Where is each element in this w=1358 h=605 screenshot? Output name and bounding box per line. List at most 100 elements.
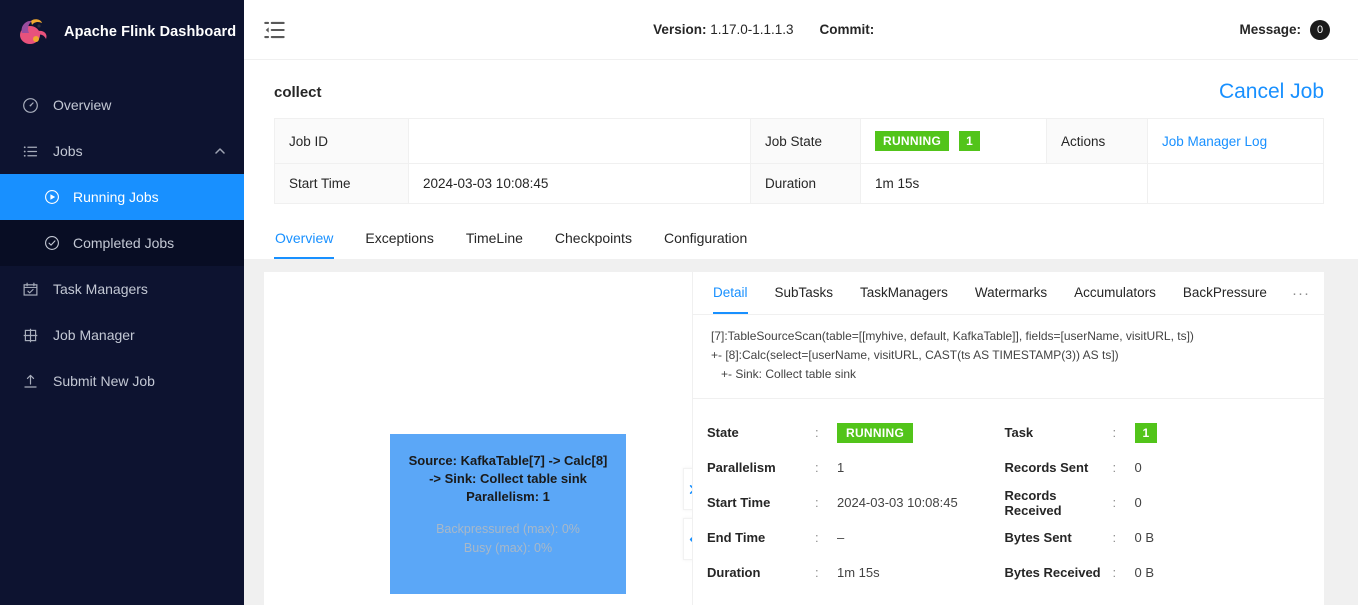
detail-tab-accumulators[interactable]: Accumulators <box>1074 272 1156 314</box>
job-overview-body: Source: KafkaTable[7] -> Calc[8] -> Sink… <box>244 260 1358 605</box>
job-manager-icon <box>23 328 38 342</box>
tab-overview[interactable]: Overview <box>274 220 335 259</box>
detail-tab-taskmanagers[interactable]: TaskManagers <box>860 272 948 314</box>
detail-separator: : <box>1112 495 1117 510</box>
job-graph-pane[interactable]: Source: KafkaTable[7] -> Calc[8] -> Sink… <box>264 272 692 605</box>
job-overview-card: Source: KafkaTable[7] -> Calc[8] -> Sink… <box>264 272 1324 605</box>
menu-fold-icon[interactable] <box>262 17 288 43</box>
detail-row-end-time: End Time : – <box>707 520 1005 555</box>
tab-exceptions[interactable]: Exceptions <box>364 220 434 259</box>
tab-timeline[interactable]: TimeLine <box>465 220 524 259</box>
detail-row-task: Task : 1 <box>1005 415 1303 450</box>
detail-tab-detail[interactable]: Detail <box>713 272 748 314</box>
job-graph-node[interactable]: Source: KafkaTable[7] -> Calc[8] -> Sink… <box>390 434 626 594</box>
detail-value: 2024-03-03 10:08:45 <box>837 495 958 510</box>
sidebar-item-submit-new-job[interactable]: Submit New Job <box>0 358 244 404</box>
sidebar-item-completed-jobs[interactable]: Completed Jobs <box>0 220 244 266</box>
sidebar-item-label: Running Jobs <box>73 189 159 205</box>
job-state-label: Job State <box>751 119 861 164</box>
detail-value: 1 <box>1134 423 1158 443</box>
play-circle-icon <box>45 190 59 204</box>
detail-tabs-overflow-button[interactable]: ··· <box>1278 272 1324 314</box>
detail-row-bytes-received: Bytes Received : 0 B <box>1005 555 1303 590</box>
sidebar-item-jobs[interactable]: Jobs <box>0 128 244 174</box>
start-time-label: Start Time <box>275 164 409 204</box>
task-count-badge: 1 <box>959 131 980 151</box>
message-label: Message: <box>1239 22 1301 37</box>
topbar: Version: 1.17.0-1.1.1.3 Commit: Message:… <box>244 0 1358 60</box>
tab-configuration[interactable]: Configuration <box>663 220 748 259</box>
dashboard-icon <box>23 97 38 113</box>
detail-pane: Detail SubTasks TaskManagers Watermarks … <box>692 272 1324 605</box>
detail-row-parallelism: Parallelism : 1 <box>707 450 1005 485</box>
sidebar-item-task-managers[interactable]: Task Managers <box>0 266 244 312</box>
status-badge: RUNNING <box>875 131 950 151</box>
commit-info: Commit: <box>820 22 875 37</box>
version-label: Version: <box>653 22 707 37</box>
detail-tab-watermarks[interactable]: Watermarks <box>975 272 1047 314</box>
sidebar-item-label: Jobs <box>53 143 83 159</box>
check-circle-icon <box>45 236 59 250</box>
detail-key: Records Received <box>1004 487 1062 518</box>
message-area[interactable]: Message: 0 <box>1239 19 1330 40</box>
detail-key: Start Time <box>707 495 771 510</box>
detail-row-duration: Duration : 1m 15s <box>707 555 1005 590</box>
version-value: 1.17.0-1.1.1.3 <box>710 22 794 37</box>
cancel-job-button[interactable]: Cancel Job <box>1219 80 1324 104</box>
detail-key: Records Sent <box>1004 460 1089 475</box>
detail-tab-backpressure[interactable]: BackPressure <box>1183 272 1267 314</box>
detail-separator: : <box>815 495 819 510</box>
sidebar-item-job-manager[interactable]: Job Manager <box>0 312 244 358</box>
expand-detail-button[interactable] <box>683 468 692 510</box>
sidebar-item-label: Submit New Job <box>53 373 155 389</box>
job-manager-log-link[interactable]: Job Manager Log <box>1162 134 1267 149</box>
list-icon <box>23 145 38 157</box>
detail-value: 0 <box>1134 495 1142 510</box>
detail-key: Bytes Sent <box>1004 530 1072 545</box>
task-count-badge: 1 <box>1134 423 1158 443</box>
job-graph-node-parallelism: Parallelism: 1 <box>466 489 550 504</box>
detail-separator: : <box>815 530 819 545</box>
sidebar-subnav: Running Jobs Completed Jobs <box>0 174 244 266</box>
job-graph-node-busy: Busy (max): 0% <box>463 541 553 555</box>
detail-tabs: Detail SubTasks TaskManagers Watermarks … <box>693 272 1324 315</box>
detail-separator: : <box>1112 460 1117 475</box>
detail-separator: : <box>1112 425 1117 440</box>
detail-key: Parallelism <box>707 460 776 475</box>
sidebar-item-label: Task Managers <box>53 281 148 297</box>
detail-row-records-received: Records Received : 0 <box>1005 485 1303 520</box>
detail-key: State <box>707 425 739 440</box>
sidebar-item-overview[interactable]: Overview <box>0 82 244 128</box>
pane-toggles <box>683 468 692 560</box>
actions-value: Job Manager Log <box>1148 119 1324 164</box>
job-graph-node-metrics: Backpressured (max): 0% Busy (max): 0% <box>404 520 612 558</box>
actions-label: Actions <box>1047 119 1148 164</box>
detail-row-bytes-sent: Bytes Sent : 0 B <box>1005 520 1303 555</box>
tab-checkpoints[interactable]: Checkpoints <box>554 220 633 259</box>
sidebar-item-label: Completed Jobs <box>73 235 175 251</box>
brand-title: Apache Flink Dashboard <box>64 24 237 40</box>
job-state-value: RUNNING 1 <box>861 119 1047 164</box>
job-id-value <box>409 119 751 164</box>
brand: Apache Flink Dashboard <box>0 0 244 64</box>
detail-value: 1m 15s <box>837 565 880 580</box>
detail-key: End Time <box>707 530 766 545</box>
job-id-label: Job ID <box>275 119 409 164</box>
detail-separator: : <box>815 425 819 440</box>
detail-tab-subtasks[interactable]: SubTasks <box>775 272 834 314</box>
detail-separator: : <box>815 460 819 475</box>
job-info-table: Job ID Job State RUNNING 1 Actions Job M… <box>274 118 1324 204</box>
info-table-empty-cell <box>1148 164 1324 204</box>
execution-plan-text: [7]:TableSourceScan(table=[[myhive, defa… <box>693 315 1324 399</box>
sidebar-item-label: Job Manager <box>53 327 135 343</box>
collapse-detail-button[interactable] <box>683 518 692 560</box>
sidebar-item-running-jobs[interactable]: Running Jobs <box>0 174 244 220</box>
sidebar-nav: Overview Jobs Running Jobs Completed Job… <box>0 82 244 404</box>
chevron-left-icon <box>689 535 692 543</box>
detail-key: Task <box>1004 425 1034 440</box>
state-badge: RUNNING <box>837 423 914 443</box>
sidebar: Apache Flink Dashboard Overview Jobs Run… <box>0 0 244 605</box>
commit-label: Commit: <box>819 22 875 37</box>
job-tabs: Overview Exceptions TimeLine Checkpoints… <box>244 220 1358 260</box>
topbar-center: Version: 1.17.0-1.1.1.3 Commit: <box>288 22 1239 37</box>
